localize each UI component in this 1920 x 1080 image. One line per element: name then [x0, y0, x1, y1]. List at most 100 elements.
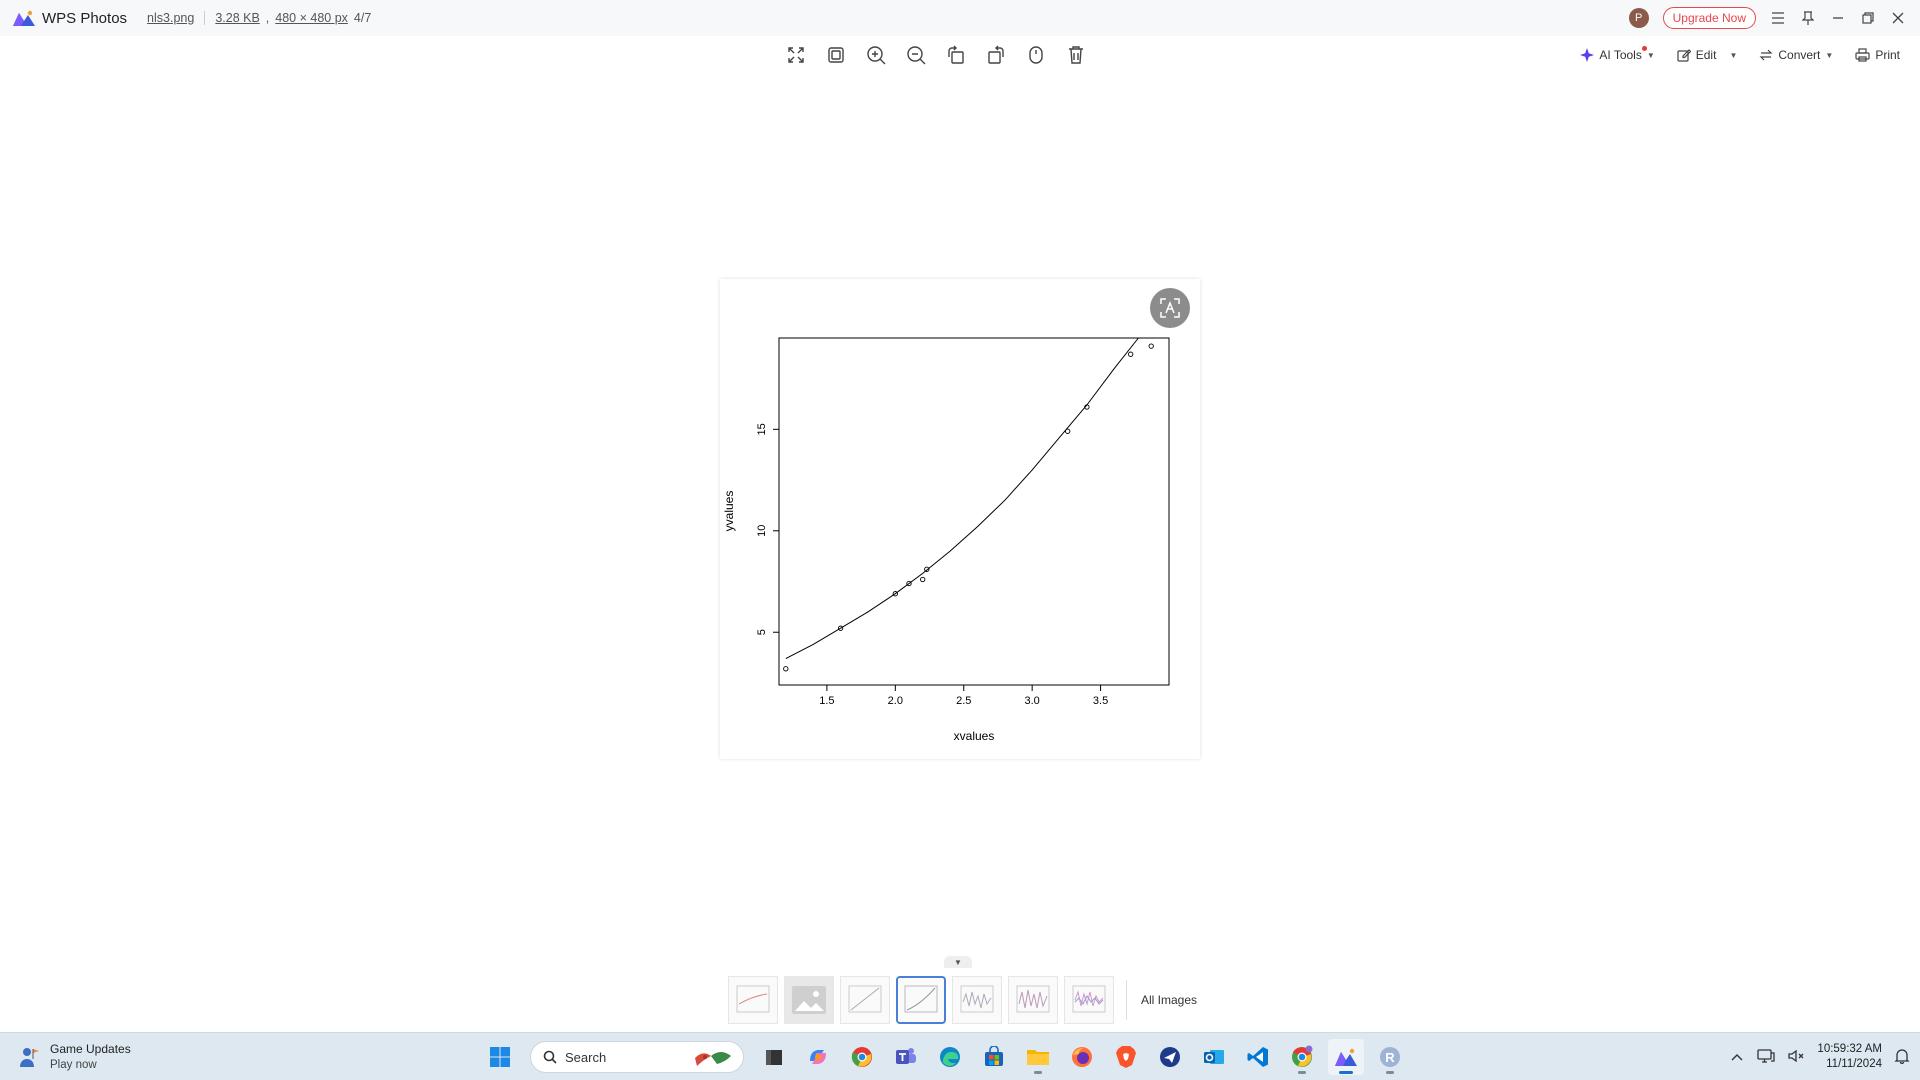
taskbar-apps: Search R	[482, 1039, 1408, 1075]
windows-start-icon[interactable]	[482, 1039, 518, 1075]
running-indicator	[1339, 1071, 1353, 1074]
search-placeholder: Search	[565, 1049, 607, 1065]
teams-icon[interactable]	[888, 1039, 924, 1075]
y-tick-label: 15	[756, 423, 768, 435]
mouse-icon[interactable]	[1024, 43, 1048, 67]
filmstrip: All Images	[728, 974, 1197, 1026]
folder-icon[interactable]	[1020, 1039, 1056, 1075]
news-title: Game Updates	[50, 1042, 131, 1056]
chrome-profile-icon[interactable]	[1284, 1039, 1320, 1075]
view-tools	[784, 40, 1088, 70]
running-indicator	[1386, 1071, 1394, 1074]
rotate-right-icon[interactable]	[984, 43, 1008, 67]
title-bar: WPS Photos nls3.png 3.28 KB , 480 × 480 …	[0, 0, 1920, 36]
file-explorer-dark-icon[interactable]	[756, 1039, 792, 1075]
wps-photos-icon[interactable]	[1328, 1039, 1364, 1075]
thumbnail[interactable]	[1064, 976, 1114, 1024]
chrome-icon[interactable]	[844, 1039, 880, 1075]
image-frame[interactable]: 1.5 2.0 2.5 3.0 3.5 5 10 15 xvalues yvalues	[720, 279, 1200, 759]
sparkle-icon	[1580, 48, 1595, 62]
data-point	[1148, 343, 1154, 349]
vscode-icon[interactable]	[1240, 1039, 1276, 1075]
chevron-up-icon[interactable]	[1729, 1053, 1745, 1061]
brave-icon[interactable]	[1108, 1039, 1144, 1075]
edit-label: Edit	[1695, 48, 1717, 62]
ai-tools-label: AI Tools	[1599, 48, 1642, 62]
title-right-controls: P Upgrade Now	[1628, 0, 1906, 36]
comma: ,	[265, 11, 270, 25]
image-dimensions[interactable]: 480 × 480 px	[275, 11, 348, 25]
zoom-out-icon[interactable]	[904, 43, 928, 67]
print-button[interactable]: Print	[1855, 48, 1900, 62]
all-images-link[interactable]: All Images	[1141, 993, 1197, 1007]
wps-photos-logo-icon	[13, 10, 35, 26]
x-tick-label: 1.5	[819, 695, 834, 707]
store-icon[interactable]	[976, 1039, 1012, 1075]
plot-box	[778, 337, 1170, 686]
rotate-left-icon[interactable]	[944, 43, 968, 67]
thumbnail[interactable]	[952, 976, 1002, 1024]
edit-icon	[1677, 49, 1691, 62]
close-icon[interactable]	[1890, 10, 1906, 26]
news-text: Game Updates Play now	[50, 1041, 131, 1073]
firefox-icon[interactable]	[1064, 1039, 1100, 1075]
convert-label: Convert	[1778, 48, 1821, 62]
file-info: nls3.png 3.28 KB , 480 × 480 px 4/7	[147, 11, 371, 25]
x-tick-label: 2.5	[956, 695, 971, 707]
upgrade-button[interactable]: Upgrade Now	[1662, 7, 1756, 29]
divider	[204, 11, 206, 25]
chevron-down-icon: ▼	[1646, 50, 1655, 60]
news-subtitle: Play now	[50, 1059, 97, 1071]
image-position: 4/7	[353, 11, 372, 25]
restore-icon[interactable]	[1860, 10, 1876, 26]
taskbar-search[interactable]: Search	[530, 1041, 744, 1073]
image-placeholder-icon	[792, 986, 826, 1014]
taskbar: Game Updates Play now Search R 10:59:32 …	[0, 1032, 1920, 1080]
data-point	[783, 666, 789, 672]
avatar[interactable]: P	[1628, 8, 1649, 28]
scatter-plot: 1.5 2.0 2.5 3.0 3.5 5 10 15 xvalues yvalues	[722, 337, 1170, 743]
fit-line	[785, 337, 1139, 660]
x-tick-label: 3.0	[1025, 695, 1040, 707]
y-tick-label: 10	[756, 525, 768, 537]
x-tick-label: 3.5	[1093, 695, 1108, 707]
clock-date: 11/11/2024	[1826, 1058, 1882, 1070]
notification-bell-icon[interactable]	[1894, 1048, 1910, 1067]
right-tools: AI Tools ▼ Edit ▼ Convert ▼ Print	[1580, 40, 1900, 70]
thumbnail-selected[interactable]	[896, 976, 946, 1024]
pin-icon[interactable]	[1800, 10, 1816, 26]
edge-icon[interactable]	[932, 1039, 968, 1075]
mail-send-icon[interactable]	[1152, 1039, 1188, 1075]
running-indicator	[1298, 1071, 1306, 1074]
minimize-icon[interactable]	[1830, 10, 1846, 26]
widgets-button[interactable]: Game Updates Play now	[18, 1041, 131, 1073]
convert-button[interactable]: Convert ▼	[1759, 48, 1833, 62]
network-icon[interactable]	[1757, 1048, 1776, 1067]
fullscreen-icon[interactable]	[784, 43, 808, 67]
search-highlight-icon	[695, 1052, 731, 1066]
print-label: Print	[1875, 48, 1900, 62]
file-name[interactable]: nls3.png	[147, 11, 194, 25]
delete-icon[interactable]	[1064, 43, 1088, 67]
volume-muted-icon[interactable]	[1787, 1048, 1805, 1067]
menu-icon[interactable]	[1770, 10, 1786, 26]
text-recognition-button[interactable]	[1150, 288, 1190, 328]
zoom-in-icon[interactable]	[864, 43, 888, 67]
thumbnail[interactable]	[840, 976, 890, 1024]
file-size[interactable]: 3.28 KB	[215, 11, 259, 25]
x-tick-label: 2.0	[888, 695, 903, 707]
r-icon[interactable]: R	[1372, 1039, 1408, 1075]
thumbnail[interactable]	[784, 976, 834, 1024]
edit-button[interactable]: Edit ▼	[1677, 48, 1737, 62]
data-point	[1128, 351, 1134, 357]
outlook-icon[interactable]	[1196, 1039, 1232, 1075]
clock[interactable]: 10:59:32 AM 11/11/2024	[1817, 1042, 1882, 1072]
filmstrip-toggle[interactable]: ▼	[944, 956, 972, 968]
ai-tools-button[interactable]: AI Tools ▼	[1580, 46, 1655, 62]
copilot-icon[interactable]	[800, 1039, 836, 1075]
thumbnail[interactable]	[728, 976, 778, 1024]
thumbnail[interactable]	[1008, 976, 1058, 1024]
fit-window-icon[interactable]	[824, 43, 848, 67]
game-updates-icon	[20, 1048, 39, 1067]
data-point	[920, 576, 926, 583]
